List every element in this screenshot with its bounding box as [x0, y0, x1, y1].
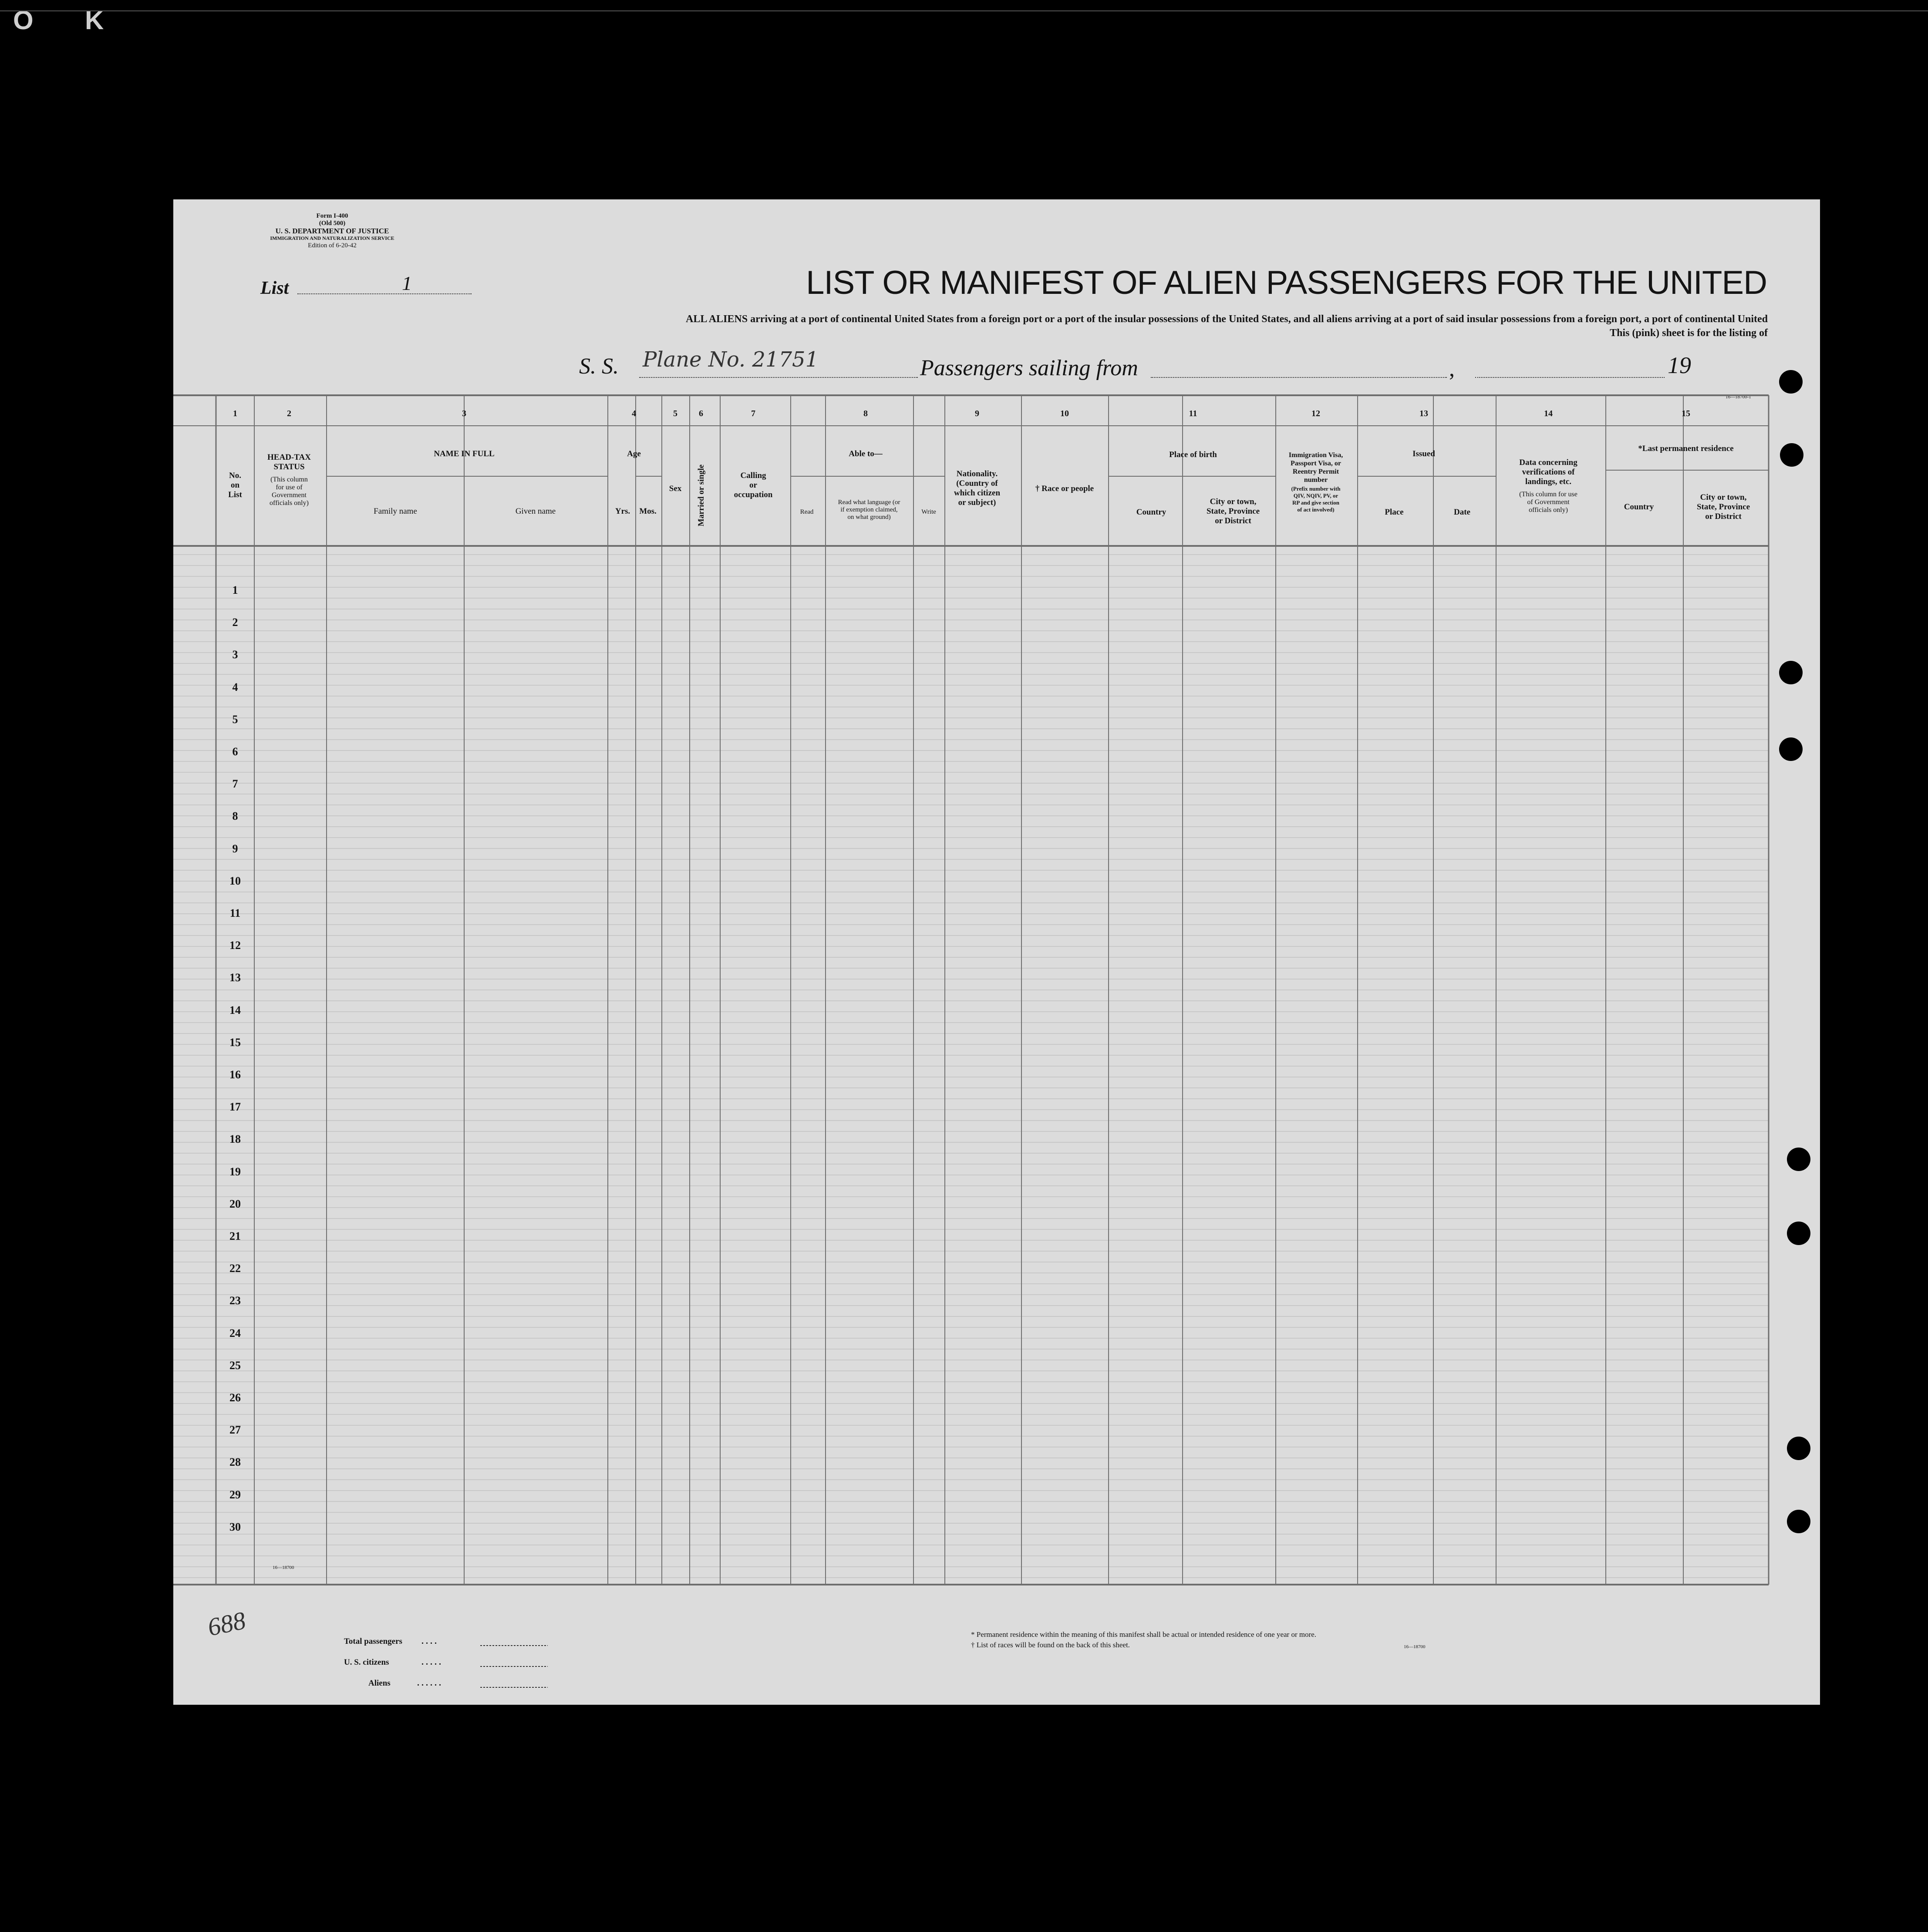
row-number: 30 — [229, 1521, 241, 1533]
aliens-label: Aliens — [368, 1679, 391, 1688]
binder-hole — [1779, 370, 1803, 394]
header-family-name: Family name — [374, 507, 417, 516]
svg-text:. . . . .: . . . . . — [421, 1657, 441, 1667]
colnum-14: 14 — [1544, 409, 1553, 418]
binder-hole — [1779, 661, 1803, 684]
row-number: 8 — [233, 810, 238, 822]
header-res-country: Country — [1624, 502, 1654, 512]
header-res-city: City or town, State, Province or District — [1697, 493, 1750, 521]
header-visa: Immigration Visa, Passport Visa, or Reentr… — [1289, 451, 1343, 513]
row-number: 24 — [229, 1327, 241, 1340]
corner-mark-k: K — [85, 6, 104, 35]
colnum-2: 2 — [287, 409, 291, 418]
row-number: 25 — [229, 1359, 241, 1372]
colnum-9: 9 — [975, 409, 979, 418]
row-number: 11 — [230, 907, 241, 919]
colnum-12: 12 — [1311, 409, 1320, 418]
binder-hole — [1787, 1148, 1810, 1171]
row-number: 17 — [229, 1101, 241, 1113]
top-rule — [0, 10, 1928, 11]
torn-edge — [1820, 199, 1837, 1705]
row-number: 21 — [229, 1230, 241, 1242]
row-number: 28 — [229, 1456, 241, 1468]
header-calling: Calling or occupation — [734, 471, 773, 499]
header-issued-place: Place — [1385, 508, 1403, 517]
row-number: 23 — [229, 1294, 241, 1307]
header-read: Read — [800, 508, 814, 515]
header-given-name: Given name — [516, 507, 556, 516]
row-number: 13 — [229, 971, 241, 984]
corner-mark-o: O — [13, 6, 34, 35]
colnum-6: 6 — [699, 409, 703, 418]
row-number: 1 — [233, 584, 238, 596]
header-able-to: Able to— — [849, 449, 883, 458]
binder-hole — [1787, 1437, 1810, 1460]
row-number: 16 — [229, 1068, 241, 1081]
total-passengers-label: Total passengers — [344, 1637, 402, 1646]
svg-text:. . . . . .: . . . . . . — [417, 1678, 441, 1688]
svg-text:. . . .: . . . . — [421, 1636, 437, 1646]
row-number: 4 — [233, 681, 238, 693]
header-sex: Sex — [669, 484, 682, 493]
row-number: 26 — [229, 1391, 241, 1404]
header-head-tax: HEAD-TAX STATUS (This column for use of Gove… — [267, 453, 311, 507]
header-name-in-full: NAME IN FULL — [434, 449, 494, 458]
row-number: 15 — [229, 1036, 241, 1049]
print-code-footer: 16—18700 — [1404, 1644, 1426, 1649]
colnum-5: 5 — [673, 409, 677, 418]
colnum-8: 8 — [863, 409, 868, 418]
header-birth-country: Country — [1136, 508, 1166, 517]
binder-hole — [1787, 1510, 1810, 1533]
row-number: 10 — [229, 875, 241, 887]
binder-hole — [1780, 443, 1803, 467]
header-issued: Issued — [1412, 449, 1435, 458]
row-number: 9 — [233, 842, 238, 855]
row-number: 7 — [233, 778, 238, 790]
header-write: Write — [921, 508, 936, 515]
row-number: 3 — [233, 648, 238, 661]
row-number: 27 — [229, 1424, 241, 1436]
colnum-1: 1 — [233, 409, 237, 418]
header-issued-date: Date — [1454, 508, 1470, 517]
binder-hole — [1779, 737, 1803, 761]
header-age: Age — [627, 449, 641, 458]
row-number: 18 — [229, 1133, 241, 1145]
colnum-11: 11 — [1189, 409, 1197, 418]
row-number: 2 — [233, 616, 238, 629]
row-number: 6 — [233, 745, 238, 758]
row-number: 29 — [229, 1488, 241, 1501]
print-code-bottom: 16—18700 — [273, 1565, 294, 1570]
colnum-4: 4 — [632, 409, 636, 418]
colnum-10: 10 — [1060, 409, 1069, 418]
colnum-13: 13 — [1419, 409, 1428, 418]
footnote-races: † List of races will be found on the bac… — [971, 1641, 1130, 1649]
header-place-of-birth: Place of birth — [1169, 450, 1217, 459]
footnote-permanent-residence: * Permanent residence within the meaning… — [971, 1630, 1316, 1639]
header-married: Married or single — [697, 464, 706, 526]
header-nationality: Nationality. (Country of which citizen or s… — [954, 469, 1001, 507]
row-number: 14 — [229, 1004, 241, 1016]
colnum-15: 15 — [1682, 409, 1690, 418]
header-no-on-list: No. on List — [228, 471, 242, 499]
header-last-residence: *Last permanent residence — [1638, 444, 1733, 453]
row-number: 5 — [233, 713, 238, 726]
row-number: 20 — [229, 1198, 241, 1210]
header-birth-city: City or town, State, Province or District — [1207, 497, 1260, 525]
binder-hole — [1787, 1222, 1810, 1245]
row-number: 22 — [229, 1262, 241, 1275]
header-race: † Race or people — [1035, 484, 1094, 493]
manifest-grid: 1 2 3 4 5 6 7 8 9 10 11 12 13 14 15 No. o… — [173, 394, 1770, 1688]
header-mos: Mos. — [639, 507, 657, 516]
us-citizens-label: U. S. citizens — [344, 1658, 389, 1667]
margin-note: 688 — [205, 1606, 248, 1642]
row-number: 19 — [229, 1165, 241, 1178]
header-yrs: Yrs. — [615, 507, 630, 516]
colnum-7: 7 — [751, 409, 755, 418]
manifest-sheet: Form I-400 (Old 500) U. S. DEPARTMENT OF… — [173, 199, 1837, 1705]
row-number: 12 — [229, 939, 241, 952]
colnum-3: 3 — [462, 409, 466, 418]
header-read-what: Read what language (or if exemption claim… — [838, 499, 900, 521]
header-data-concerning: Data concerning verifications of landings,… — [1519, 458, 1577, 514]
